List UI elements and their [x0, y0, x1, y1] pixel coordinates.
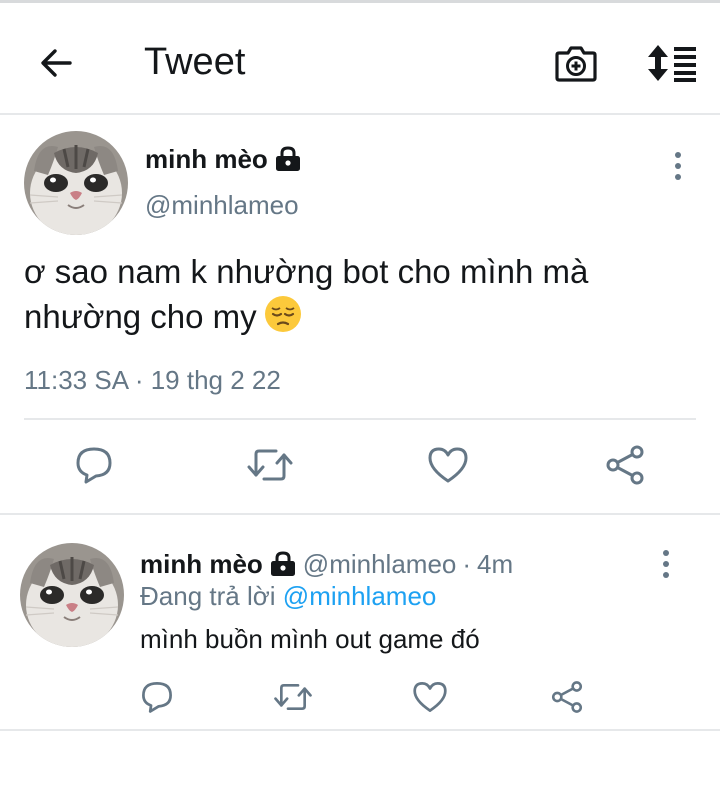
tweet-text: ơ sao nam k nhường bot cho mình mà nhườn…	[24, 250, 694, 345]
reply-time-ago: 4m	[477, 549, 514, 579]
retweet-button[interactable]	[245, 440, 295, 490]
more-options-button[interactable]	[664, 146, 692, 186]
share-button[interactable]	[600, 440, 650, 490]
share-icon	[551, 681, 583, 713]
back-arrow-icon	[41, 49, 72, 77]
reply-author-name[interactable]: minh mèo	[140, 548, 263, 580]
lock-icon	[269, 551, 297, 577]
reply-like-button[interactable]	[405, 672, 455, 722]
tweet-text-content: ơ sao nam k nhường bot cho mình mà nhườn…	[24, 253, 589, 335]
replying-to-line: Đang trả lời @minhlameo	[140, 580, 436, 612]
back-button[interactable]	[32, 39, 80, 87]
top-app-bar: Tweet	[0, 3, 720, 115]
section-divider	[0, 729, 720, 731]
tweet-actions	[0, 440, 720, 492]
reply-text: mình buồn mình out game đó	[140, 624, 480, 654]
reply-actions	[0, 672, 720, 722]
reply-share-button[interactable]	[542, 672, 592, 722]
divider	[24, 418, 696, 420]
more-vertical-icon	[663, 550, 669, 578]
like-button[interactable]	[423, 440, 473, 490]
reply-author-handle[interactable]: @minhlameo	[303, 548, 457, 580]
lock-icon	[274, 146, 302, 172]
reply-author-avatar[interactable]	[20, 543, 124, 647]
reply-icon	[76, 447, 112, 484]
reply-retweet-button[interactable]	[268, 672, 318, 722]
author-handle[interactable]: @minhlameo	[145, 188, 299, 222]
cat-avatar-image	[24, 131, 128, 235]
cat-avatar-image	[20, 543, 124, 647]
reply-icon	[142, 682, 172, 713]
retweet-icon	[274, 684, 312, 711]
reply-header: minh mèo @minhlameo · 4m	[140, 548, 513, 580]
share-icon	[606, 445, 644, 485]
reply-more-options-button[interactable]	[652, 544, 680, 584]
pensive-face-emoji-icon	[263, 294, 303, 345]
author-name[interactable]: minh mèo	[145, 142, 268, 176]
section-divider	[0, 513, 720, 515]
tweet-timestamp[interactable]: 11:33 SA · 19 thg 2 22	[24, 364, 281, 396]
like-icon	[413, 682, 447, 712]
like-icon	[428, 447, 468, 483]
author-name-row: minh mèo	[145, 142, 302, 176]
retweet-icon	[247, 449, 293, 481]
reply-reply-button[interactable]	[132, 672, 182, 722]
replying-to-handle-link[interactable]: @minhlameo	[283, 581, 437, 611]
more-vertical-icon	[675, 152, 681, 180]
sort-list-icon	[648, 45, 696, 82]
replying-to-label: Đang trả lời	[140, 581, 276, 611]
reply-button[interactable]	[69, 440, 119, 490]
camera-add-icon	[555, 46, 597, 82]
separator-dot: ·	[462, 548, 472, 579]
sort-button[interactable]	[644, 37, 700, 89]
page-title: Tweet	[144, 41, 246, 83]
author-avatar[interactable]	[24, 131, 128, 235]
camera-button[interactable]	[550, 37, 602, 89]
